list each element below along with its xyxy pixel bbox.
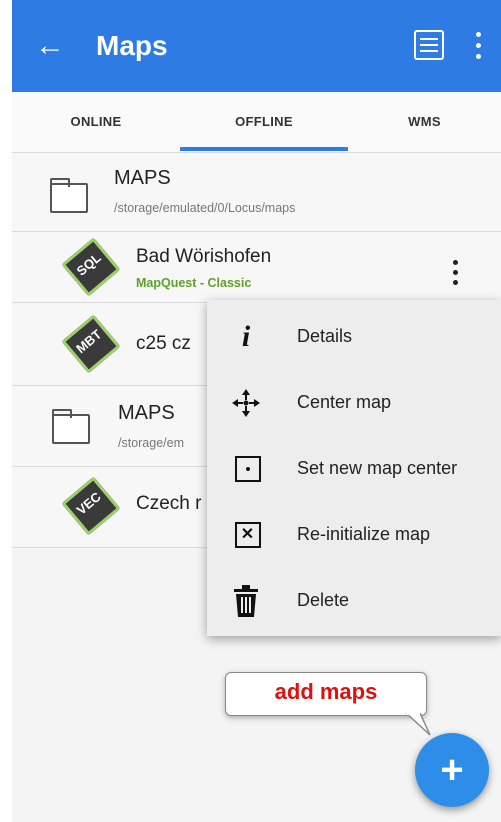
- folder-icon: [52, 409, 90, 444]
- folder-icon: [50, 178, 88, 213]
- list-view-icon[interactable]: [414, 30, 444, 60]
- callout-text: add maps: [274, 679, 378, 704]
- folder-path: /storage/emulated/0/Locus/maps: [114, 201, 296, 215]
- tab-bar: ONLINE OFFLINE WMS: [12, 92, 501, 153]
- map-file-icon: MBT: [61, 314, 121, 374]
- menu-item-set-new-map-center[interactable]: Set new map center: [207, 438, 501, 502]
- app-bar: ← Maps: [12, 0, 501, 92]
- add-maps-callout: add maps: [225, 672, 427, 716]
- folder-row[interactable]: MAPS /storage/emulated/0/Locus/maps: [12, 153, 501, 232]
- map-row[interactable]: SQL Bad Wörishofen MapQuest - Classic: [12, 232, 501, 303]
- map-file-icon: SQL: [61, 237, 121, 297]
- page-title: Maps: [96, 30, 168, 61]
- map-name: c25 cz: [136, 333, 191, 354]
- info-icon: i: [241, 320, 251, 353]
- tab-wms[interactable]: WMS: [348, 92, 501, 152]
- tab-online[interactable]: ONLINE: [12, 92, 180, 152]
- center-point-icon: [235, 456, 261, 482]
- more-vert-icon[interactable]: [470, 30, 486, 62]
- plus-icon: +: [440, 748, 464, 792]
- menu-item-delete[interactable]: Delete: [207, 570, 501, 634]
- menu-item-details[interactable]: i Details: [207, 306, 501, 370]
- menu-item-reinitialize-map[interactable]: ✕ Re-initialize map: [207, 504, 501, 568]
- row-more-icon[interactable]: [448, 258, 464, 288]
- map-name: Czech r: [136, 493, 202, 514]
- app-screen: ← Maps ONLINE OFFLINE WMS MAPS /storage/…: [12, 0, 501, 822]
- folder-title: MAPS: [118, 402, 175, 424]
- move-arrows-icon: [229, 386, 263, 420]
- menu-item-center-map[interactable]: Center map: [207, 372, 501, 436]
- map-name: Bad Wörishofen: [136, 246, 272, 267]
- arrow-left-icon[interactable]: ←: [32, 28, 68, 64]
- close-box-icon: ✕: [235, 522, 261, 548]
- folder-path: /storage/em: [118, 436, 185, 450]
- context-menu: i Details Center map Set new map center …: [207, 300, 501, 636]
- tab-offline[interactable]: OFFLINE: [180, 92, 348, 152]
- add-map-button[interactable]: +: [415, 733, 489, 807]
- folder-title: MAPS: [114, 167, 171, 189]
- map-file-icon: VEC: [61, 476, 121, 536]
- tab-indicator: [180, 147, 348, 151]
- trash-icon: [229, 584, 263, 618]
- callout-tail: [404, 713, 431, 736]
- map-provider: MapQuest - Classic: [136, 276, 252, 290]
